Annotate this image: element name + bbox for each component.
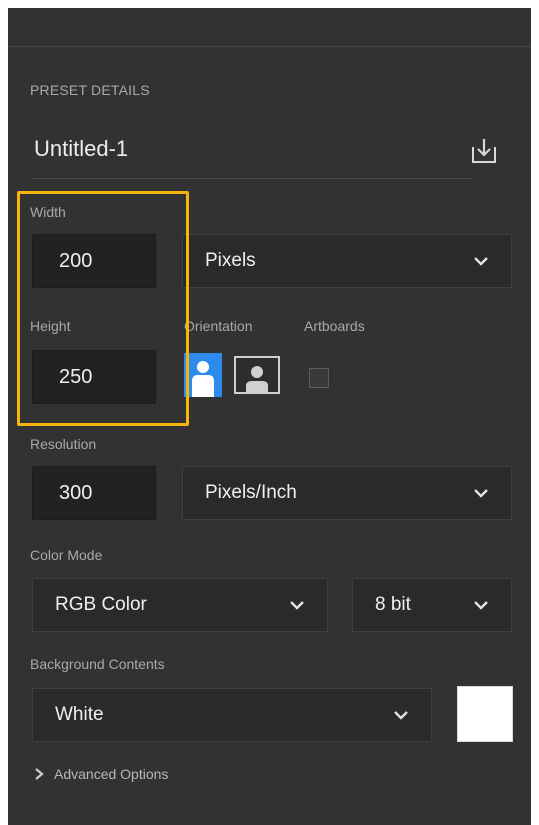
color-mode-label: Color Mode: [30, 547, 103, 563]
bit-depth-dropdown[interactable]: 8 bit: [352, 578, 512, 632]
orientation-label: Orientation: [184, 318, 253, 334]
width-height-highlight: [17, 191, 189, 426]
landscape-orientation-button[interactable]: [234, 356, 280, 394]
chevron-down-icon: [473, 256, 511, 266]
background-contents-value: White: [55, 704, 104, 725]
chevron-right-icon: [35, 768, 44, 780]
landscape-icon: [246, 366, 268, 392]
background-contents-label: Background Contents: [30, 656, 165, 672]
portrait-orientation-button[interactable]: [184, 353, 222, 397]
document-name-underline: [32, 178, 472, 179]
units-dropdown[interactable]: Pixels: [182, 234, 512, 288]
background-color-swatch[interactable]: [457, 686, 513, 742]
document-name-field[interactable]: Untitled-1: [34, 136, 128, 162]
preset-details-panel: PRESET DETAILS Untitled-1 Width 200 Pixe…: [8, 8, 531, 825]
save-preset-icon[interactable]: [468, 135, 500, 167]
chevron-down-icon: [473, 488, 511, 498]
background-contents-dropdown[interactable]: White: [32, 688, 432, 742]
resolution-unit-dropdown[interactable]: Pixels/Inch: [182, 466, 512, 520]
resolution-input[interactable]: 300: [32, 466, 156, 520]
panel-divider: [8, 46, 531, 47]
artboards-label: Artboards: [304, 318, 365, 334]
section-title: PRESET DETAILS: [30, 82, 150, 98]
color-mode-value: RGB Color: [55, 594, 147, 615]
advanced-options-label: Advanced Options: [54, 766, 169, 782]
artboards-checkbox[interactable]: [309, 368, 329, 388]
units-value: Pixels: [205, 250, 256, 271]
portrait-icon: [192, 361, 214, 397]
bit-depth-value: 8 bit: [375, 594, 411, 615]
resolution-value: 300: [59, 481, 93, 504]
advanced-options-toggle[interactable]: Advanced Options: [34, 766, 168, 782]
resolution-unit-value: Pixels/Inch: [205, 482, 297, 503]
color-mode-dropdown[interactable]: RGB Color: [32, 578, 328, 632]
chevron-down-icon: [393, 710, 431, 720]
chevron-down-icon: [289, 600, 327, 610]
resolution-label: Resolution: [30, 436, 97, 452]
chevron-down-icon: [473, 600, 511, 610]
